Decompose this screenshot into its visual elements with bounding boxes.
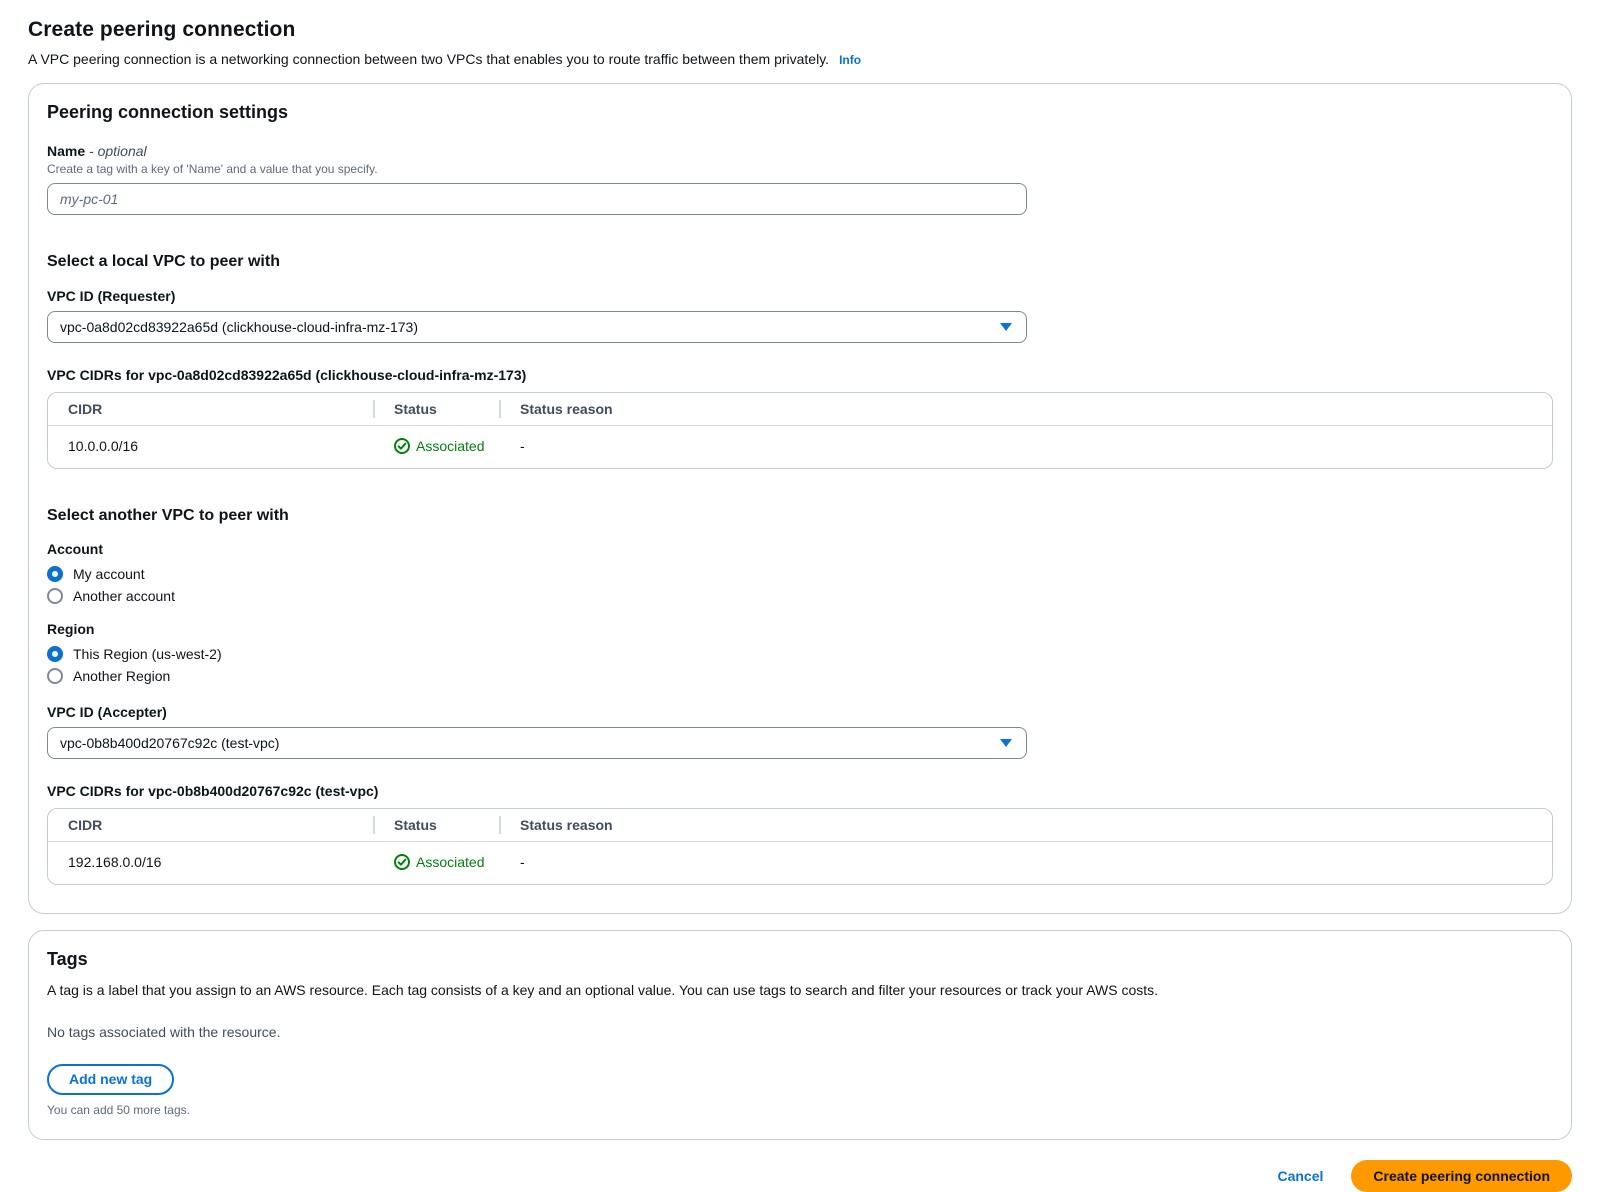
- table-header-row: CIDR Status Status reason: [48, 393, 1552, 426]
- account-radio-group: My account Another account: [47, 563, 1553, 607]
- requester-cidrs-label: VPC CIDRs for vpc-0a8d02cd83922a65d (cli…: [47, 367, 1553, 383]
- tags-card: Tags A tag is a label that you assign to…: [28, 930, 1572, 1140]
- name-label-text: Name: [47, 143, 85, 159]
- column-header-status: Status: [374, 393, 500, 426]
- page-description-text: A VPC peering connection is a networking…: [28, 51, 829, 67]
- status-reason-cell: -: [500, 842, 1552, 885]
- accepter-cidrs-label: VPC CIDRs for vpc-0b8b400d20767c92c (tes…: [47, 783, 1553, 799]
- column-header-cidr: CIDR: [48, 393, 374, 426]
- name-optional-text: - optional: [89, 143, 147, 159]
- requester-label: VPC ID (Requester): [47, 288, 1553, 304]
- info-link[interactable]: Info: [839, 53, 861, 67]
- region-radio-group: This Region (us-west-2) Another Region: [47, 643, 1553, 687]
- column-header-status-reason: Status reason: [500, 809, 1552, 842]
- table-header-row: CIDR Status Status reason: [48, 809, 1552, 842]
- radio-selected-icon: [47, 646, 63, 662]
- status-reason-cell: -: [500, 426, 1552, 469]
- radio-unselected-icon: [47, 668, 63, 684]
- name-input[interactable]: [47, 183, 1027, 215]
- tags-empty-text: No tags associated with the resource.: [47, 1024, 1553, 1040]
- column-header-cidr: CIDR: [48, 809, 374, 842]
- peering-settings-card: Peering connection settings Name - optio…: [28, 83, 1572, 914]
- column-header-status-reason: Status reason: [500, 393, 1552, 426]
- status-associated-icon: [394, 854, 410, 870]
- add-new-tag-button[interactable]: Add new tag: [47, 1064, 174, 1095]
- status-associated-icon: [394, 438, 410, 454]
- radio-another-account[interactable]: Another account: [47, 585, 1553, 607]
- accepter-cidr-table: CIDR Status Status reason 192.168.0.0/16: [47, 808, 1553, 885]
- footer-actions: Cancel Create peering connection: [28, 1160, 1572, 1192]
- accepter-vpc-value: vpc-0b8b400d20767c92c (test-vpc): [60, 735, 279, 751]
- account-label: Account: [47, 541, 1553, 557]
- radio-label: This Region (us-west-2): [73, 646, 222, 662]
- status-text: Associated: [416, 438, 484, 454]
- name-label: Name - optional: [47, 143, 1553, 159]
- column-header-status: Status: [374, 809, 500, 842]
- radio-label: Another Region: [73, 668, 170, 684]
- table-row: 192.168.0.0/16 Associated -: [48, 842, 1552, 885]
- status-text: Associated: [416, 854, 484, 870]
- requester-cidr-table: CIDR Status Status reason 10.0.0.0/16: [47, 392, 1553, 469]
- chevron-down-icon: [1000, 739, 1012, 747]
- requester-vpc-value: vpc-0a8d02cd83922a65d (clickhouse-cloud-…: [60, 319, 418, 335]
- create-peering-connection-button[interactable]: Create peering connection: [1351, 1160, 1572, 1192]
- page-description: A VPC peering connection is a networking…: [28, 51, 1572, 67]
- name-field-group: Name - optional Create a tag with a key …: [47, 143, 1553, 215]
- peering-settings-heading: Peering connection settings: [47, 102, 1553, 123]
- chevron-down-icon: [1000, 323, 1012, 331]
- requester-vpc-select[interactable]: vpc-0a8d02cd83922a65d (clickhouse-cloud-…: [47, 311, 1027, 343]
- tags-heading: Tags: [47, 949, 1553, 970]
- table-row: 10.0.0.0/16 Associated -: [48, 426, 1552, 469]
- radio-selected-icon: [47, 566, 63, 582]
- radio-another-region[interactable]: Another Region: [47, 665, 1553, 687]
- another-vpc-heading: Select another VPC to peer with: [47, 507, 1553, 525]
- cancel-button[interactable]: Cancel: [1277, 1168, 1323, 1184]
- accepter-label: VPC ID (Accepter): [47, 704, 1553, 720]
- tags-remaining-text: You can add 50 more tags.: [47, 1103, 1553, 1117]
- local-vpc-heading: Select a local VPC to peer with: [47, 253, 1553, 271]
- page-title: Create peering connection: [28, 18, 1572, 42]
- status-badge: Associated: [394, 854, 490, 870]
- radio-this-region[interactable]: This Region (us-west-2): [47, 643, 1553, 665]
- name-help-text: Create a tag with a key of 'Name' and a …: [47, 162, 1553, 176]
- radio-unselected-icon: [47, 588, 63, 604]
- status-badge: Associated: [394, 438, 490, 454]
- radio-label: My account: [73, 566, 145, 582]
- tags-description: A tag is a label that you assign to an A…: [47, 982, 1553, 998]
- cidr-cell: 192.168.0.0/16: [48, 842, 374, 885]
- accepter-vpc-select[interactable]: vpc-0b8b400d20767c92c (test-vpc): [47, 727, 1027, 759]
- region-label: Region: [47, 621, 1553, 637]
- cidr-cell: 10.0.0.0/16: [48, 426, 374, 469]
- radio-my-account[interactable]: My account: [47, 563, 1553, 585]
- radio-label: Another account: [73, 588, 175, 604]
